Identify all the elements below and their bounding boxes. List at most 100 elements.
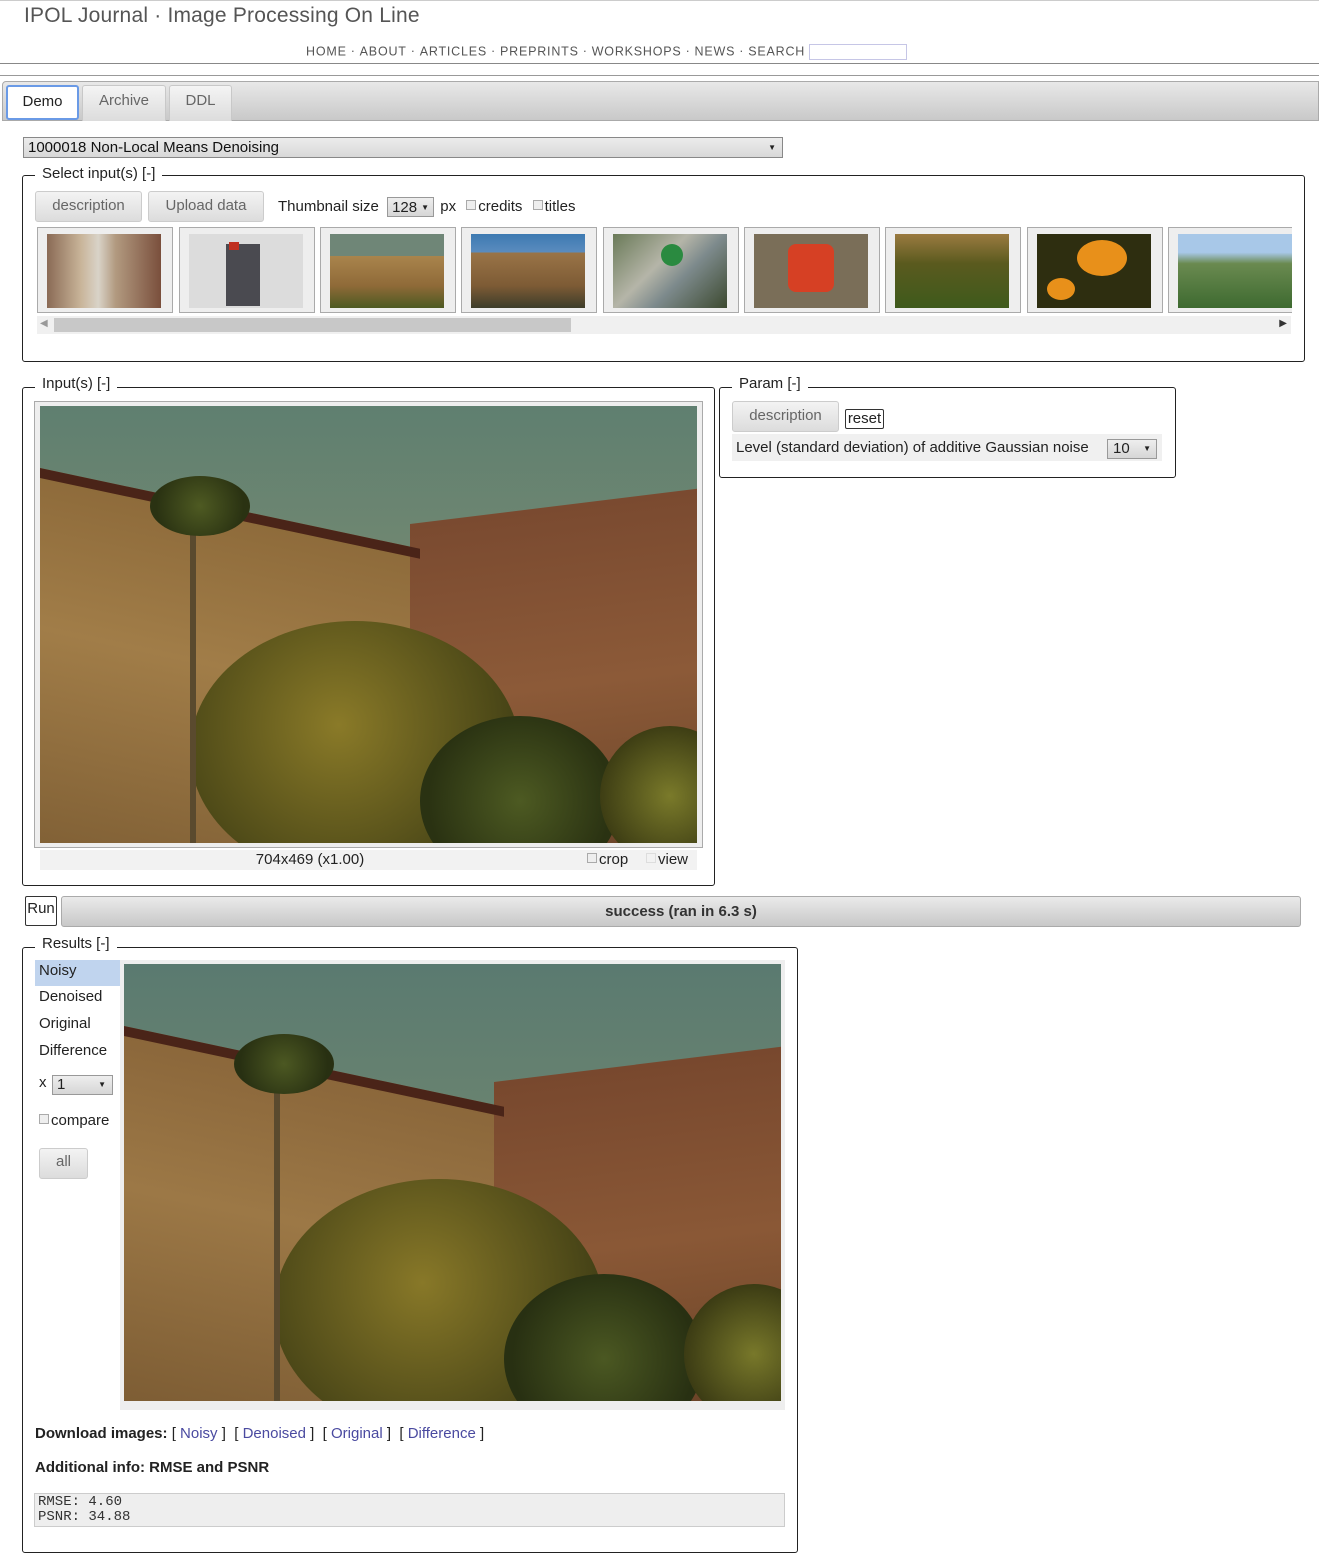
nav-preprints[interactable]: PREPRINTS — [500, 44, 579, 58]
all-button[interactable]: all — [39, 1148, 88, 1179]
noise-level-select[interactable]: 10 ▼ — [1107, 439, 1157, 459]
tab-ddl[interactable]: DDL — [169, 85, 232, 121]
zoom-prefix: x — [39, 1074, 47, 1091]
divider — [0, 63, 1319, 64]
nav-workshops[interactable]: WORKSHOPS — [592, 44, 682, 58]
download-images-row: Download images: [ Noisy ] [ Denoised ] … — [35, 1425, 485, 1442]
crop-toggle[interactable]: crop — [587, 850, 628, 869]
chevron-down-icon: ▼ — [98, 1080, 106, 1089]
result-item-original[interactable]: Original — [35, 1013, 120, 1039]
thumbnail-orange-flowers[interactable] — [1027, 227, 1163, 313]
download-label: Download images: — [35, 1425, 168, 1442]
thumbnail-building-2[interactable] — [461, 227, 597, 313]
run-button[interactable]: Run — [25, 896, 57, 926]
upload-data-button[interactable]: Upload data — [148, 191, 264, 222]
compare-label: compare — [51, 1112, 110, 1129]
reset-button[interactable]: reset — [845, 409, 884, 429]
main-nav: HOME · ABOUT · ARTICLES · PREPRINTS · WORKSHOPS ·… — [306, 44, 908, 60]
titles-toggle[interactable]: titles — [532, 197, 576, 215]
download-original-link[interactable]: Original — [331, 1425, 383, 1442]
select-inputs-legend[interactable]: Select input(s) [-] — [35, 165, 163, 182]
thumbnail-image — [1037, 234, 1151, 308]
results-legend[interactable]: Results [-] — [35, 935, 117, 952]
top-border — [0, 0, 1319, 1]
view-checkbox[interactable] — [646, 853, 656, 863]
thumbnail-circuit-board[interactable] — [603, 227, 739, 313]
view-toggle[interactable]: view — [646, 850, 688, 869]
crop-checkbox[interactable] — [587, 853, 597, 863]
noise-level-value: 10 — [1113, 440, 1130, 457]
status-bar: success (ran in 6.3 s) — [61, 896, 1301, 927]
view-label: view — [658, 851, 689, 868]
crop-label: crop — [599, 851, 629, 868]
metrics-box: RMSE: 4.60 PSNR: 34.88 — [34, 1493, 785, 1527]
search-input[interactable] — [809, 44, 908, 60]
thumbnail-garden[interactable] — [885, 227, 1021, 313]
zoom-value: 1 — [57, 1076, 66, 1093]
thumbnail-unit: px — [440, 197, 457, 215]
thumbnail-image — [1178, 234, 1292, 308]
thumbnail-image — [754, 234, 868, 308]
scroll-right-icon[interactable]: ▶ — [1279, 318, 1287, 329]
thumbnail-book[interactable] — [179, 227, 315, 313]
demo-select-value: 1000018 Non-Local Means Denoising — [28, 139, 280, 156]
thumbnail-street[interactable] — [37, 227, 173, 313]
thumbnail-size-select[interactable]: 128 ▼ — [387, 197, 435, 217]
additional-info-title: Additional info: RMSE and PSNR — [35, 1459, 270, 1476]
thumbnail-image — [330, 234, 444, 308]
thumbnail-image — [471, 234, 585, 308]
compare-checkbox[interactable] — [39, 1114, 49, 1124]
noise-level-label: Level (standard deviation) of additive G… — [736, 439, 1089, 456]
thumbnail-image — [189, 234, 303, 308]
compare-toggle[interactable]: compare — [39, 1112, 109, 1129]
rmse-line: RMSE: 4.60 — [38, 1494, 123, 1510]
nav-search[interactable]: SEARCH — [748, 44, 805, 58]
noise-param-row: Level (standard deviation) of additive G… — [732, 434, 1162, 461]
result-item-noisy[interactable]: Noisy — [35, 960, 120, 986]
thumbnail-size-label: Thumbnail size — [278, 197, 379, 215]
input-description-button[interactable]: description — [35, 191, 142, 222]
psnr-line: PSNR: 34.88 — [38, 1509, 131, 1525]
titles-label: titles — [544, 197, 576, 215]
thumbnail-building-1[interactable] — [320, 227, 456, 313]
site-title[interactable]: IPOL Journal · Image Processing On Line — [24, 4, 420, 28]
titles-checkbox[interactable] — [532, 199, 543, 210]
download-difference-link[interactable]: Difference — [408, 1425, 476, 1442]
param-legend[interactable]: Param [-] — [732, 375, 808, 392]
param-description-button[interactable]: description — [732, 401, 839, 432]
thumbnail-image — [613, 234, 727, 308]
chevron-down-icon: ▼ — [768, 143, 776, 152]
tab-archive[interactable]: Archive — [82, 85, 166, 121]
input-image-toolbar: 704x469 (x1.00) crop view — [40, 850, 697, 870]
result-image[interactable] — [124, 964, 781, 1401]
chevron-down-icon: ▼ — [1143, 444, 1151, 453]
divider — [0, 75, 1319, 76]
zoom-select[interactable]: 1 ▼ — [52, 1075, 113, 1095]
nav-about[interactable]: ABOUT — [360, 44, 407, 58]
thumbnail-image — [47, 234, 161, 308]
thumbnail-scrollbar[interactable]: ◀ ▶ — [37, 316, 1291, 334]
chevron-down-icon: ▼ — [421, 203, 430, 212]
credits-toggle[interactable]: credits — [466, 198, 522, 215]
thumbnail-size-value: 128 — [392, 199, 418, 216]
scrollbar-thumb[interactable] — [54, 318, 571, 332]
inputs-legend[interactable]: Input(s) [-] — [35, 375, 118, 392]
result-item-difference[interactable]: Difference — [35, 1040, 120, 1066]
credits-checkbox[interactable] — [466, 199, 477, 210]
image-size-info: 704x469 (x1.00) — [255, 851, 365, 868]
credits-label: credits — [478, 197, 523, 215]
nav-articles[interactable]: ARTICLES — [420, 44, 487, 58]
demo-select[interactable]: 1000018 Non-Local Means Denoising ▼ — [23, 137, 783, 158]
result-item-denoised[interactable]: Denoised — [35, 986, 120, 1012]
tab-demo[interactable]: Demo — [6, 85, 79, 120]
input-image[interactable] — [40, 406, 697, 843]
nav-home[interactable]: HOME — [306, 44, 347, 58]
thumbnail-image — [895, 234, 1009, 308]
nav-news[interactable]: NEWS — [695, 44, 736, 58]
scroll-left-icon[interactable]: ◀ — [40, 318, 48, 329]
thumbnail-park[interactable] — [1168, 227, 1292, 313]
download-denoised-link[interactable]: Denoised — [243, 1425, 306, 1442]
download-noisy-link[interactable]: Noisy — [180, 1425, 218, 1442]
thumbnail-red-die[interactable] — [744, 227, 880, 313]
thumbnail-controls: Thumbnail size 128 ▼ px credits titles — [278, 197, 575, 217]
